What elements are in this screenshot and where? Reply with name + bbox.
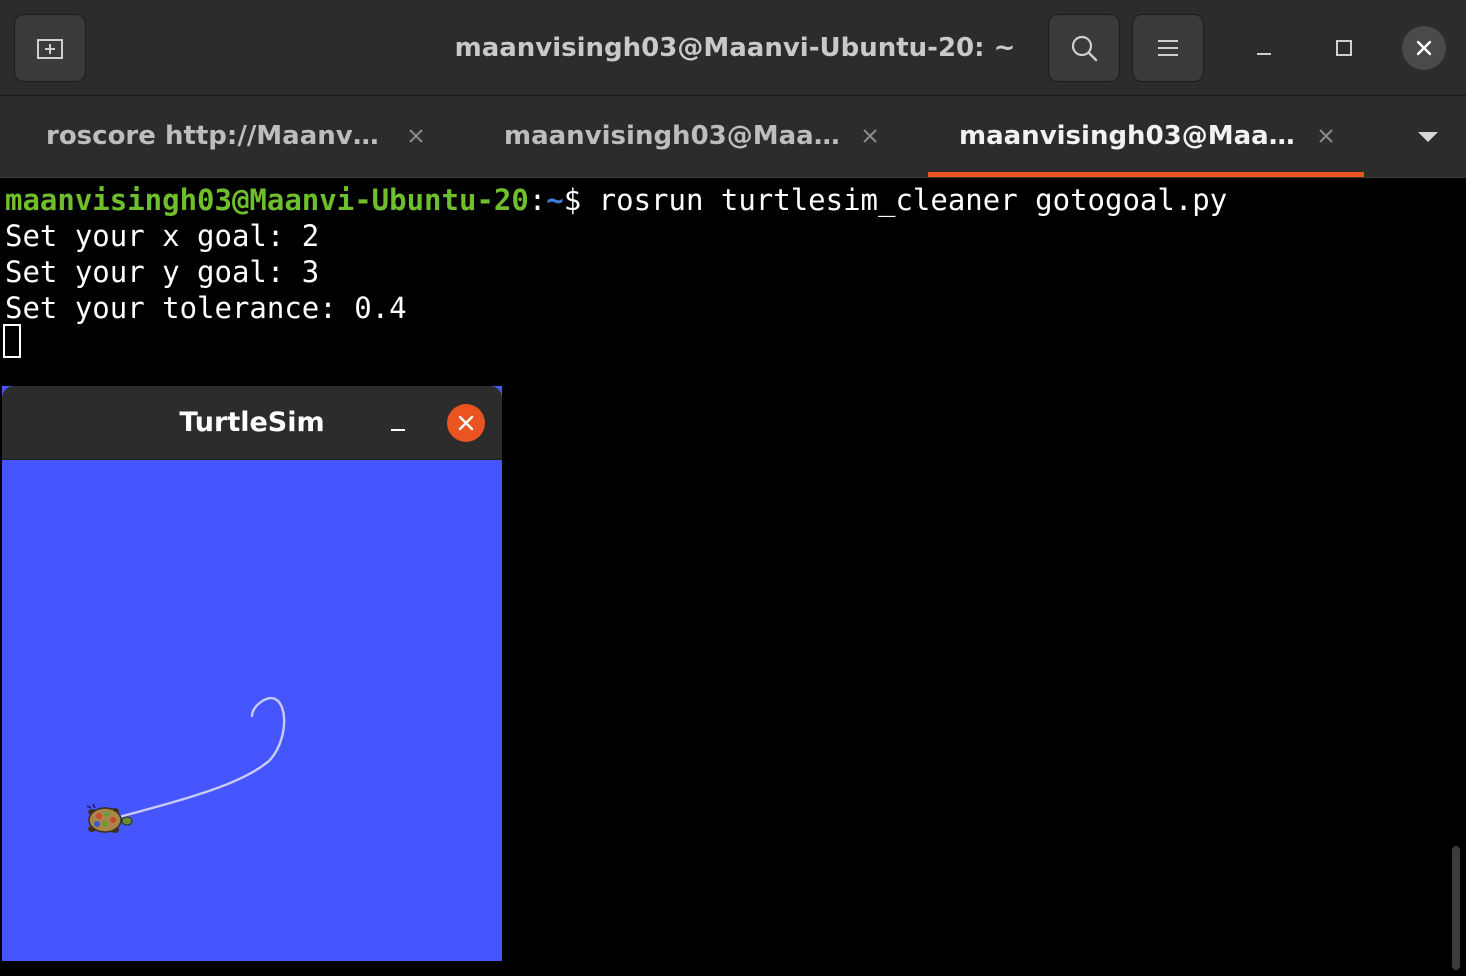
minimize-icon <box>1257 53 1271 55</box>
close-icon <box>1319 129 1333 143</box>
search-icon <box>1071 35 1098 62</box>
tab-terminal-2[interactable]: maanvisingh03@Maa… <box>470 96 928 177</box>
terminal-output-line: Set your x goal: 2 <box>5 219 320 253</box>
tab-close-button[interactable] <box>404 124 428 148</box>
prompt-user: maanvisingh03@Maanvi-Ubuntu-20 <box>5 183 529 217</box>
tab-label: maanvisingh03@Maa… <box>959 121 1295 151</box>
maximize-icon <box>1336 40 1352 56</box>
turtlesim-minimize-button[interactable] <box>382 408 414 440</box>
terminal-output-line: Set your tolerance: 0.4 <box>5 291 407 325</box>
tab-close-button[interactable] <box>858 124 882 148</box>
new-tab-button[interactable] <box>14 14 86 82</box>
maximize-button[interactable] <box>1322 26 1366 70</box>
window-titlebar: maanvisingh03@Maanvi-Ubuntu-20: ~ <box>0 0 1466 96</box>
hamburger-menu-icon <box>1158 40 1178 56</box>
close-icon <box>409 129 423 143</box>
turtlesim-canvas <box>2 460 502 961</box>
prompt-path: ~ <box>546 183 564 217</box>
prompt-symbol: $ <box>563 183 582 217</box>
chevron-down-icon <box>1418 132 1438 142</box>
tab-label: roscore http://Maanv… <box>46 121 379 151</box>
turtlesim-titlebar: TurtleSim <box>2 386 502 460</box>
turtlesim-window: TurtleSim <box>2 386 502 961</box>
tabs-dropdown-button[interactable] <box>1408 124 1448 150</box>
terminal-command-line: maanvisingh03@Maanvi-Ubuntu-20:~$ rosrun… <box>5 182 1227 218</box>
hamburger-menu-button[interactable] <box>1132 14 1204 82</box>
command-text: rosrun turtlesim_cleaner gotogoal.py <box>581 183 1228 217</box>
tab-roscore[interactable]: roscore http://Maanv… <box>0 96 470 177</box>
scrollbar[interactable] <box>1452 846 1460 970</box>
new-tab-icon <box>37 39 63 59</box>
search-button[interactable] <box>1048 14 1120 82</box>
turtlesim-title: TurtleSim <box>179 407 325 438</box>
tab-close-button[interactable] <box>1314 124 1338 148</box>
terminal-cursor <box>3 324 21 358</box>
close-icon <box>458 415 474 431</box>
tab-strip: roscore http://Maanv… maanvisingh03@Maa…… <box>0 96 1466 178</box>
window-title: maanvisingh03@Maanvi-Ubuntu-20: ~ <box>454 33 1016 63</box>
close-icon <box>863 129 877 143</box>
tab-label: maanvisingh03@Maa… <box>504 121 840 151</box>
close-icon <box>1416 40 1432 56</box>
minimize-icon <box>391 429 405 431</box>
terminal-output-line: Set your y goal: 3 <box>5 255 320 289</box>
turtlesim-close-button[interactable] <box>447 404 485 442</box>
tab-terminal-3-active[interactable]: maanvisingh03@Maa… <box>928 96 1364 177</box>
close-window-button[interactable] <box>1402 26 1446 70</box>
prompt-colon: : <box>528 183 547 217</box>
active-tab-indicator <box>928 172 1364 177</box>
minimize-button[interactable] <box>1242 26 1286 70</box>
